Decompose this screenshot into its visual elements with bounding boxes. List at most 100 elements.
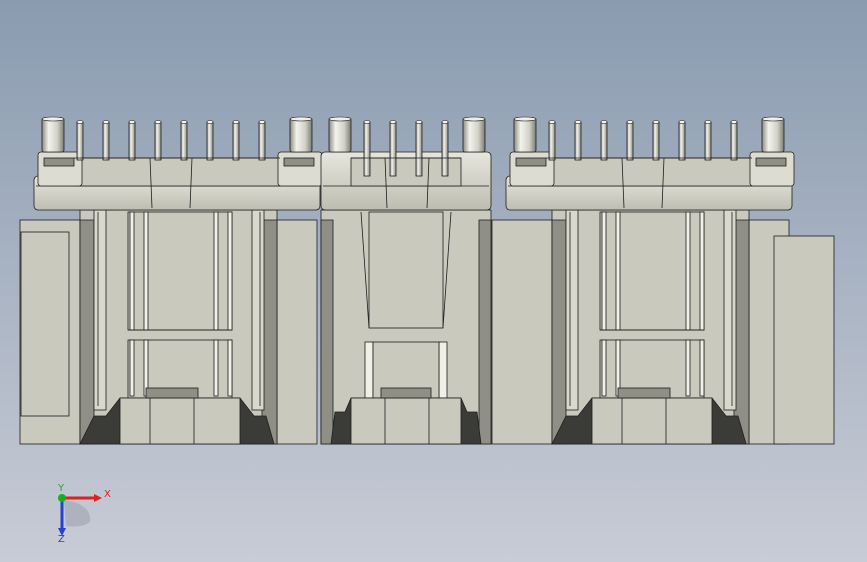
- contact-pin: [128, 121, 136, 161]
- slot-highlight: [699, 211, 705, 331]
- pin-tip: [441, 120, 449, 124]
- mounting-post-right: [761, 117, 785, 153]
- post-cap: [41, 116, 65, 122]
- y-axis-dot: [58, 494, 66, 502]
- mounting-post-left: [513, 117, 537, 153]
- contact-pin: [389, 121, 397, 177]
- pin-tip: [154, 120, 162, 124]
- side-slab-outer: [20, 231, 70, 417]
- slot-highlight: [438, 341, 448, 403]
- post-cap: [289, 116, 313, 122]
- mounting-post-left: [328, 117, 352, 153]
- boss-step: [43, 157, 75, 167]
- contact-pin: [363, 121, 371, 177]
- boss-step: [283, 157, 315, 167]
- pin-tip: [128, 120, 136, 124]
- mounting-post-right: [289, 117, 313, 153]
- contact-pin: [232, 121, 240, 161]
- guide-rail-right: [723, 209, 737, 411]
- contact-pin: [180, 121, 188, 161]
- latch-block: [350, 397, 462, 445]
- corner-boss-left: [509, 151, 555, 187]
- pin-tip: [415, 120, 423, 124]
- pin-tip: [626, 120, 634, 124]
- contact-pin: [678, 121, 686, 161]
- pin-tip: [652, 120, 660, 124]
- boss-step: [755, 157, 787, 167]
- connector-assembly[interactable]: [19, 116, 835, 445]
- cavity-upper: [368, 211, 444, 329]
- slot-highlight: [143, 211, 149, 331]
- slot-highlight: [685, 211, 691, 331]
- pin-tip: [180, 120, 188, 124]
- contact-pin: [415, 121, 423, 177]
- y-axis-label: Y: [57, 483, 65, 494]
- header-block: [545, 157, 753, 187]
- pin-tip: [600, 120, 608, 124]
- post-cap: [328, 116, 352, 122]
- guide-rail-left: [565, 209, 579, 411]
- pin-tip: [232, 120, 240, 124]
- contact-pin: [76, 121, 84, 161]
- contact-pin: [600, 121, 608, 161]
- contact-pin: [102, 121, 110, 161]
- contact-pin: [548, 121, 556, 161]
- z-axis-label: Z: [58, 534, 65, 545]
- mounting-post-left: [41, 117, 65, 153]
- contact-pin: [441, 121, 449, 177]
- slot-highlight: [685, 339, 691, 397]
- contact-pin: [704, 121, 712, 161]
- slot-highlight: [129, 339, 135, 397]
- pin-tip: [76, 120, 84, 124]
- guide-rail-left: [93, 209, 107, 411]
- corner-boss-right: [277, 151, 323, 187]
- body-shadow-left: [320, 219, 334, 445]
- pin-tip: [206, 120, 214, 124]
- body-shadow-left: [79, 219, 95, 445]
- contact-pin: [652, 121, 660, 161]
- slot-highlight: [213, 211, 219, 331]
- corner-boss-left: [37, 151, 83, 187]
- slot-highlight: [227, 339, 233, 397]
- pin-tip: [574, 120, 582, 124]
- side-slab-left: [491, 219, 553, 445]
- header-block: [73, 157, 281, 187]
- pin-tip: [704, 120, 712, 124]
- cad-scene[interactable]: X Y Z: [0, 0, 867, 562]
- pin-tip: [363, 120, 371, 124]
- slot-highlight: [129, 211, 135, 331]
- slot-highlight: [364, 341, 374, 403]
- slot-highlight: [213, 339, 219, 397]
- body-shadow-right: [478, 219, 492, 445]
- latch-tab: [617, 387, 671, 399]
- slot-highlight: [601, 339, 607, 397]
- latch-block: [591, 397, 713, 445]
- slot-highlight: [615, 211, 621, 331]
- post-cap: [761, 116, 785, 122]
- contact-pin: [574, 121, 582, 161]
- latch-block: [119, 397, 241, 445]
- body-shadow-left: [551, 219, 567, 445]
- pin-tip: [258, 120, 266, 124]
- contact-pin: [626, 121, 634, 161]
- mounting-post-right: [462, 117, 486, 153]
- middle-connector: [320, 116, 492, 445]
- pin-tip: [548, 120, 556, 124]
- pin-tip: [678, 120, 686, 124]
- post-cap: [462, 116, 486, 122]
- contact-pin: [154, 121, 162, 161]
- cad-viewport[interactable]: X Y Z: [0, 0, 867, 562]
- contact-pin: [206, 121, 214, 161]
- side-slab-right: [276, 219, 318, 445]
- x-axis-label: X: [104, 489, 111, 500]
- latch-tab: [145, 387, 199, 399]
- guide-rail-right: [251, 209, 265, 411]
- pin-tip: [730, 120, 738, 124]
- side-slab-outer: [773, 235, 835, 445]
- slot-highlight: [601, 211, 607, 331]
- contact-pin: [258, 121, 266, 161]
- pin-tip: [102, 120, 110, 124]
- slot-highlight: [699, 339, 705, 397]
- boss-step: [515, 157, 547, 167]
- right-connector: [491, 116, 795, 445]
